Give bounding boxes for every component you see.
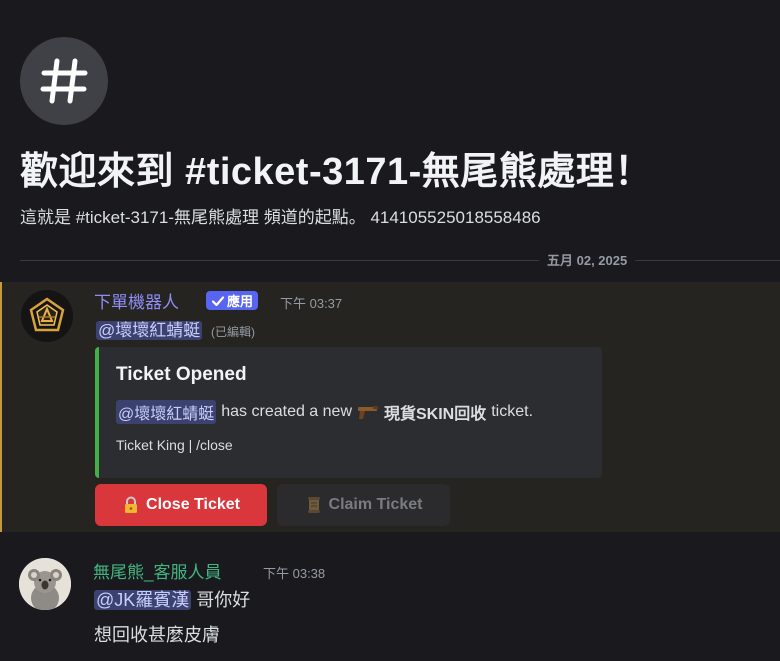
channel-hash-icon [20, 37, 108, 125]
app-badge: 應用 [206, 291, 259, 310]
embed-footer: Ticket King | /close [116, 437, 233, 453]
gun-icon [356, 403, 380, 421]
bot-message: 下單機器人 應用 下午 03:37 @壞壞紅蜻蜓 (已編輯) Ticket Op… [0, 282, 780, 532]
hash-icon [40, 58, 88, 104]
embed-mention[interactable]: @壞壞紅蜻蜓 [116, 400, 217, 424]
user-message-line-1: @JK羅賓漢 哥你好 [94, 586, 250, 612]
user-timestamp: 下午 03:38 [263, 566, 326, 581]
divider-line [20, 260, 780, 261]
user-message-line-2: 想回收甚麼皮膚 [94, 625, 220, 645]
app-badge-label: 應用 [227, 294, 254, 309]
bot-timestamp: 下午 03:37 [280, 296, 343, 311]
claim-ticket-button[interactable]: Claim Ticket [277, 484, 450, 526]
embed-category: 現貨SKIN回收 [384, 406, 487, 423]
bot-avatar[interactable] [21, 290, 73, 342]
bot-author-name[interactable]: 下單機器人 [94, 288, 179, 313]
lock-icon [122, 496, 140, 514]
welcome-subtitle: 這就是 #ticket-3171-無尾熊處理 頻道的起點。 4141055250… [20, 208, 541, 227]
user-author-name[interactable]: 無尾熊_客服人員 [93, 558, 221, 583]
date-divider: 五月 02, 2025 [20, 250, 780, 269]
close-ticket-button[interactable]: Close Ticket [95, 484, 267, 526]
bot-message-content: @壞壞紅蜻蜓 (已編輯) [96, 316, 255, 341]
date-label: 五月 02, 2025 [539, 250, 636, 269]
edited-label: (已編輯) [211, 325, 255, 339]
user-message-mention[interactable]: @JK羅賓漢 [94, 590, 192, 610]
welcome-title: 歡迎來到 #ticket-3171-無尾熊處理！ [20, 151, 653, 193]
embed-description: @壞壞紅蜻蜓 has created a new 現貨SKIN回收 ticket… [116, 400, 533, 424]
embed-text-after: ticket. [491, 403, 534, 420]
embed-title: Ticket Opened [116, 364, 247, 385]
check-icon [211, 295, 225, 306]
claim-ticket-label: Claim Ticket [328, 496, 423, 513]
user-avatar[interactable] [19, 558, 71, 610]
user-message-text-1: 哥你好 [196, 590, 251, 610]
embed-text-before: has created a new [221, 403, 352, 420]
user-mention[interactable]: @壞壞紅蜻蜓 [96, 321, 203, 340]
ticket-embed: Ticket Opened @壞壞紅蜻蜓 has created a new 現… [95, 347, 602, 478]
close-ticket-label: Close Ticket [146, 496, 240, 513]
scroll-icon [305, 496, 323, 514]
